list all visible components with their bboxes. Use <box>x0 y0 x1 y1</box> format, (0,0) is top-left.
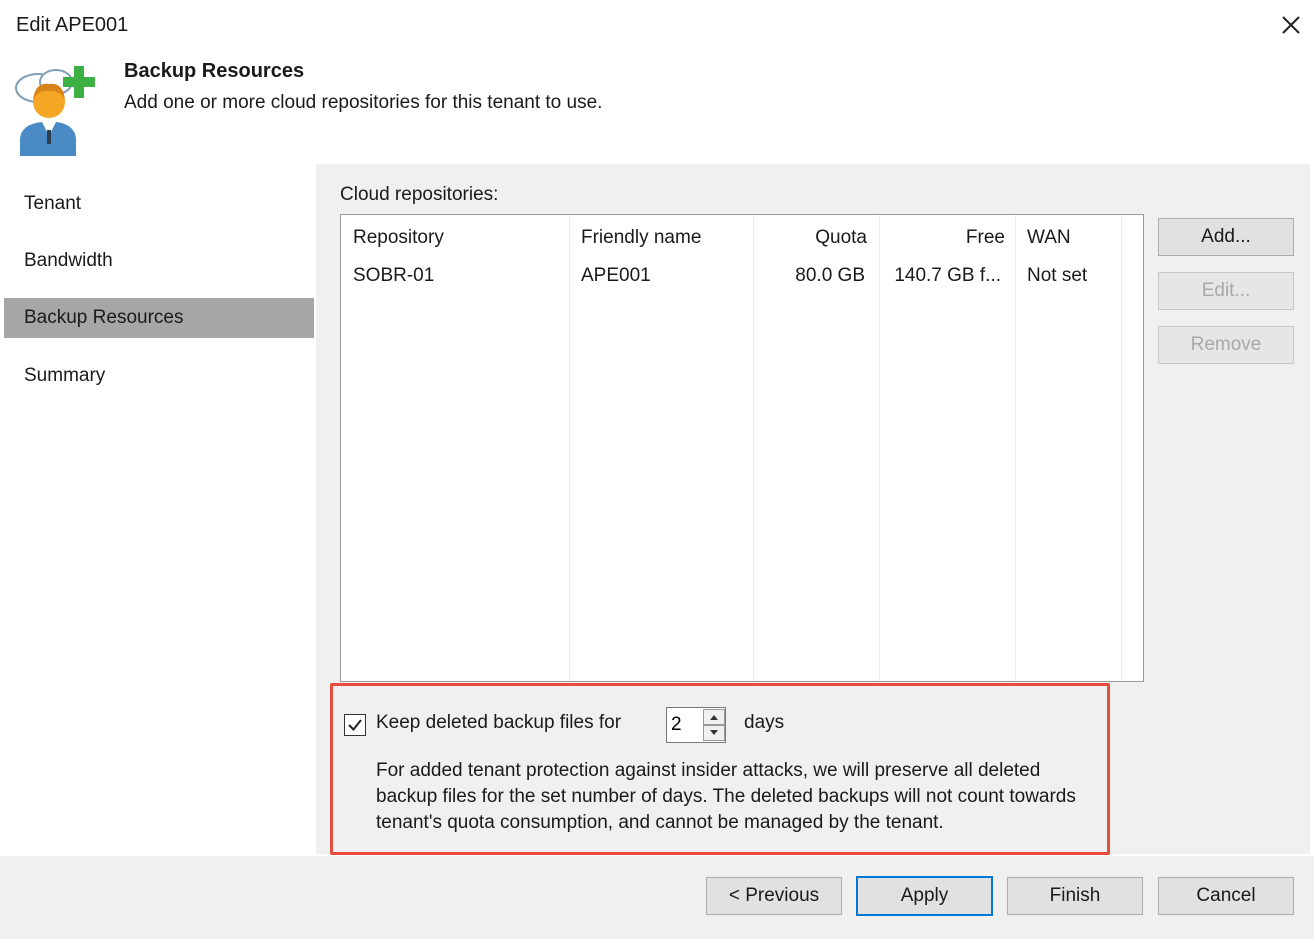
spin-up-button[interactable] <box>703 709 725 725</box>
checkmark-icon <box>348 719 362 732</box>
spin-down-button[interactable] <box>703 725 725 741</box>
column-header-repository[interactable]: Repository <box>353 227 444 249</box>
column-divider <box>569 215 570 681</box>
sidebar-item-summary[interactable]: Summary <box>4 356 314 396</box>
column-divider <box>753 215 754 681</box>
sidebar-item-bandwidth[interactable]: Bandwidth <box>4 241 314 281</box>
column-header-quota[interactable]: Quota <box>815 227 867 249</box>
chevron-up-icon <box>710 715 718 720</box>
cell-friendly-name: APE001 <box>581 265 651 286</box>
retention-help-text: For added tenant protection against insi… <box>376 760 1076 833</box>
column-divider <box>1121 215 1122 681</box>
column-header-wan[interactable]: WAN <box>1027 227 1071 249</box>
column-header-free[interactable]: Free <box>966 227 1005 249</box>
finish-button[interactable]: Finish <box>1007 877 1143 915</box>
cell-quota: 80.0 GB <box>795 265 865 286</box>
cell-repository: SOBR-01 <box>353 265 435 286</box>
retention-days-stepper <box>666 707 726 743</box>
apply-button[interactable]: Apply <box>856 876 993 916</box>
cell-free: 140.7 GB f... <box>894 265 1001 286</box>
retention-days-input[interactable] <box>667 708 703 742</box>
remove-button[interactable]: Remove <box>1158 326 1294 364</box>
wizard-steps-sidebar: Tenant Bandwidth Backup Resources Summar… <box>4 164 314 854</box>
cell-wan: Not set <box>1027 265 1088 286</box>
repositories-list[interactable]: Repository Friendly name Quota Free WAN … <box>340 214 1144 682</box>
sidebar-item-tenant[interactable]: Tenant <box>4 184 314 224</box>
sidebar-item-backup-resources[interactable]: Backup Resources <box>4 298 314 338</box>
previous-button[interactable]: < Previous <box>706 877 842 915</box>
column-divider <box>1015 215 1016 681</box>
column-divider <box>879 215 880 681</box>
keep-deleted-label[interactable]: Keep deleted backup files for <box>376 712 621 734</box>
page-description: Add one or more cloud repositories for t… <box>124 92 603 113</box>
add-button[interactable]: Add... <box>1158 218 1294 256</box>
repositories-label: Cloud repositories: <box>340 184 499 205</box>
window-title: Edit APE001 <box>16 14 129 36</box>
keep-deleted-checkbox[interactable] <box>344 714 366 736</box>
edit-button[interactable]: Edit... <box>1158 272 1294 310</box>
cancel-button[interactable]: Cancel <box>1158 877 1294 915</box>
chevron-down-icon <box>710 730 718 735</box>
column-header-friendly-name[interactable]: Friendly name <box>581 227 701 249</box>
close-icon[interactable] <box>1278 12 1304 38</box>
retention-unit-label: days <box>744 712 785 733</box>
tenant-cloud-icon <box>8 60 104 156</box>
page-title: Backup Resources <box>124 60 305 82</box>
